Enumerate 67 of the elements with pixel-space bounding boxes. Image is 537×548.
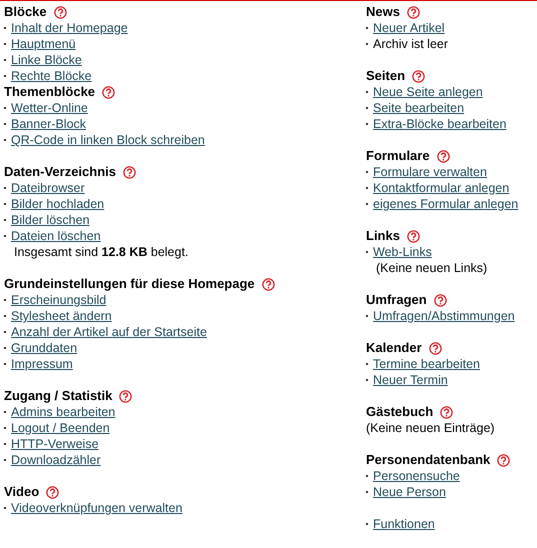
menu-link[interactable]: Rechte Blöcke [11,68,92,84]
info-text: Insgesamt sind 12.8 KB belegt. [13,244,188,260]
menu-link[interactable]: Erscheinungsbild [11,292,106,308]
section-title: Blöcke [4,4,47,20]
section-title: Zugang / Statistik [4,388,112,404]
help-icon[interactable] [262,278,275,290]
menu-link[interactable]: Dateien löschen [11,228,101,244]
section-title: Links [366,228,400,244]
menu-link[interactable]: Web-Links [373,244,432,260]
section-title: Kalender [366,340,422,356]
menu-link[interactable]: Neue Seite anlegen [373,84,483,100]
help-icon[interactable] [123,166,136,178]
menu-link[interactable]: Umfragen/Abstimmungen [373,308,515,324]
menu-link[interactable]: Formulare verwalten [373,164,487,180]
menu-link[interactable]: Funktionen [373,516,435,532]
section-title: Video [4,484,40,500]
menu-link[interactable]: Wetter-Online [11,100,88,116]
help-icon[interactable] [102,86,116,98]
menu-link[interactable]: Linke Blöcke [11,52,82,68]
info-text: (Keine neuen Einträge) [366,420,495,436]
section-title: Personendatenbank [366,452,490,468]
menu-link[interactable]: Hauptmenü [11,36,76,52]
menu-link[interactable]: Personensuche [373,468,460,484]
section-title: Formulare [366,148,430,164]
menu-link[interactable]: Neue Person [373,484,446,500]
info-text: (Keine neuen Links) [375,260,488,276]
menu-link[interactable]: Bilder löschen [11,212,90,228]
help-icon[interactable] [440,406,454,418]
menu-link[interactable]: Dateibrowser [11,180,85,196]
menu-link[interactable]: Stylesheet ändern [11,308,112,324]
help-icon[interactable] [119,390,132,402]
help-icon[interactable] [497,454,510,466]
menu-link[interactable]: Neuer Termin [373,372,448,388]
section-title: Grundeinstellungen für diese Homepage [4,276,255,292]
help-icon[interactable] [412,70,426,82]
menu-link[interactable]: Grunddaten [11,340,78,356]
section-title: Themenblöcke [4,84,96,100]
section-title: Umfragen [366,292,427,308]
section-title: Seiten [366,68,406,84]
section-title: News [366,4,400,20]
menu-link[interactable]: Banner-Block [11,116,86,132]
help-icon[interactable] [54,6,67,18]
help-icon[interactable] [436,150,450,162]
menu-link[interactable]: HTTP-Verweise [11,436,99,452]
menu-link[interactable]: Inhalt der Homepage [11,20,128,36]
help-icon[interactable] [434,294,447,306]
help-icon[interactable] [406,6,420,18]
menu-link[interactable]: QR-Code in linken Block schreiben [11,132,205,148]
menu-link[interactable]: Kontaktformular anlegen [373,180,510,196]
menu-link[interactable]: Admins bearbeiten [11,404,116,420]
section-title: Gästebuch [366,404,434,420]
status-text: Archiv ist leer [373,36,448,52]
menu-link[interactable]: Neuer Artikel [373,20,445,36]
help-icon[interactable] [428,342,442,354]
menu-link[interactable]: Bilder hochladen [11,196,104,212]
menu-link[interactable]: eigenes Formular anlegen [373,196,518,212]
menu-link[interactable]: Termine bearbeiten [373,356,480,372]
menu-link[interactable]: Logout / Beenden [11,420,110,436]
menu-link[interactable]: Downloadzähler [11,452,101,468]
help-icon[interactable] [406,230,420,242]
section-title: Daten-Verzeichnis [4,164,116,180]
menu-link[interactable]: Seite bearbeiten [373,100,464,116]
help-icon[interactable] [46,486,60,498]
menu-link[interactable]: Extra-Blöcke bearbeiten [373,116,506,132]
menu-link[interactable]: Anzahl der Artikel auf der Startseite [11,324,207,340]
menu-link[interactable]: Impressum [11,356,73,372]
menu-link[interactable]: Videoverknüpfungen verwalten [11,500,182,516]
